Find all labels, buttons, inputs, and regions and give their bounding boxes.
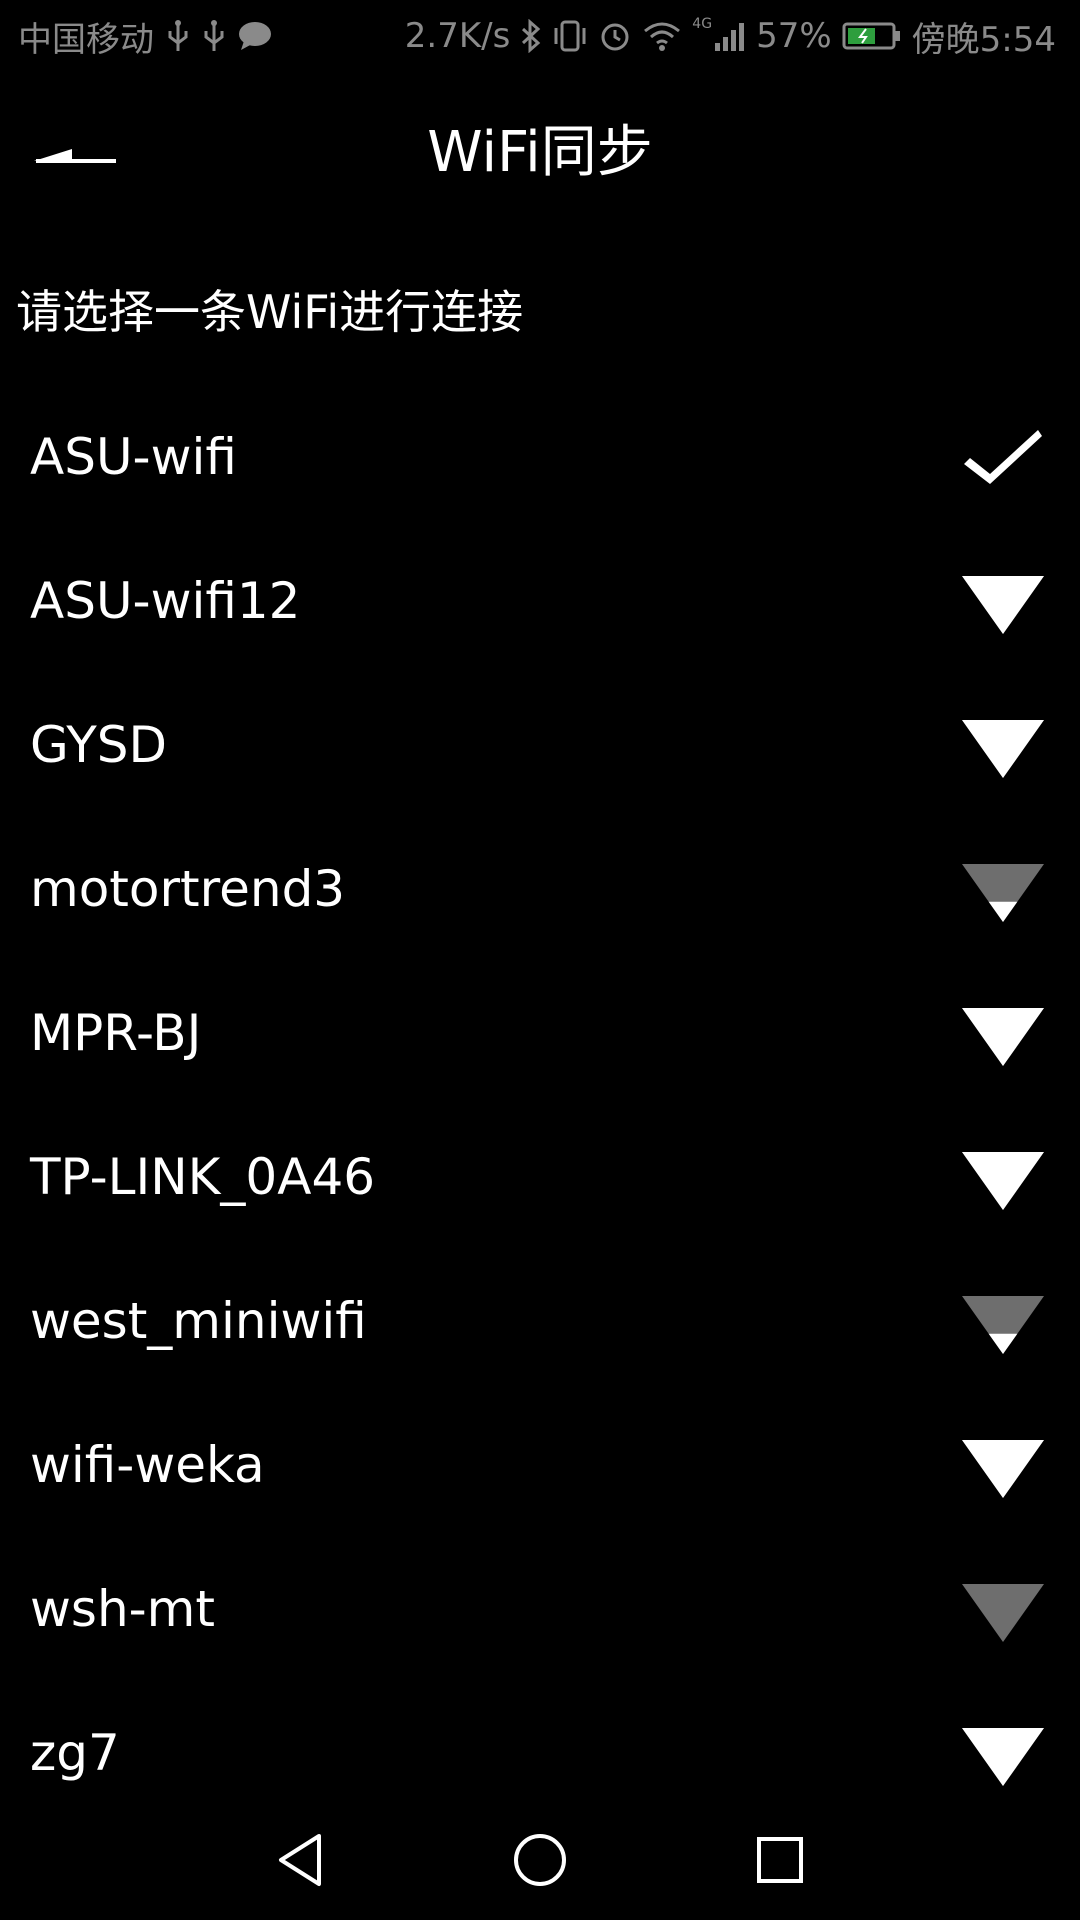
signal-filled-area (988, 901, 1018, 922)
wifi-ssid: wsh-mt (30, 1580, 215, 1638)
net-speed: 2.7K/s (404, 16, 511, 56)
wifi-list-item[interactable]: west_miniwifi (0, 1250, 1080, 1394)
wifi-signal-icon (960, 1138, 1046, 1218)
wifi-signal-icon (960, 994, 1046, 1074)
status-bar-right: 2.7K/s 4G 57% 傍晚5:54 (404, 14, 1056, 60)
wifi-signal-icon (960, 1714, 1046, 1794)
nav-recents-button[interactable] (740, 1820, 820, 1900)
recents-nav-icon (757, 1837, 803, 1883)
signal-filled-area (962, 1440, 1044, 1498)
wifi-signal-icon (960, 850, 1046, 930)
wifi-ssid: ASU-wifi (30, 428, 237, 486)
wifi-list: ASU-wifi ASU-wifi12 GYSD motortrend3 MPR… (0, 386, 1080, 1826)
wifi-list-item[interactable]: GYSD (0, 674, 1080, 818)
wifi-list-item[interactable]: MPR-BJ (0, 962, 1080, 1106)
signal-filled-area (988, 1333, 1018, 1354)
signal-filled-area (962, 720, 1044, 778)
wifi-ssid: TP-LINK_0A46 (30, 1148, 376, 1206)
instruction-text: 请选择一条WiFi进行连接 (16, 285, 524, 339)
wifi-signal-icon (960, 1426, 1046, 1506)
usb-icon (202, 19, 226, 53)
wifi-signal-icon (960, 1570, 1046, 1650)
vibrate-icon (552, 19, 588, 53)
wifi-list-item[interactable]: ASU-wifi (0, 386, 1080, 530)
wifi-ssid: ASU-wifi12 (30, 572, 301, 630)
wifi-ssid: wifi-weka (30, 1436, 265, 1494)
signal-filled-area (962, 1728, 1044, 1786)
wifi-ssid: zg7 (30, 1724, 120, 1782)
usb-icon (166, 19, 190, 53)
signal-filled-area (962, 1008, 1044, 1066)
wifi-signal-icon (960, 706, 1046, 786)
nav-home-button[interactable] (500, 1820, 580, 1900)
wifi-ssid: west_miniwifi (30, 1292, 367, 1350)
signal-icon: 4G (692, 16, 746, 51)
wifi-icon (642, 19, 682, 53)
title-bar: WiFi同步 (0, 72, 1080, 242)
navigation-bar (0, 1800, 1080, 1920)
signal-filled-area (962, 1152, 1044, 1210)
home-nav-icon (514, 1834, 566, 1886)
check-icon (960, 418, 1046, 498)
wifi-list-item[interactable]: wsh-mt (0, 1538, 1080, 1682)
wifi-list-item[interactable]: TP-LINK_0A46 (0, 1106, 1080, 1250)
alarm-icon (598, 19, 632, 53)
bluetooth-icon (520, 19, 542, 53)
battery-icon (842, 21, 902, 51)
signal-empty-area (962, 1584, 1044, 1642)
back-nav-icon (279, 1834, 321, 1886)
wifi-ssid: motortrend3 (30, 860, 346, 918)
status-bar: 中国移动 2.7K/s 4G 57% 傍晚5:54 (0, 0, 1080, 72)
wifi-ssid: MPR-BJ (30, 1004, 202, 1062)
wifi-list-item[interactable]: ASU-wifi12 (0, 530, 1080, 674)
page-title: WiFi同步 (427, 120, 653, 185)
signal-filled-area (962, 576, 1044, 634)
wifi-ssid: GYSD (30, 716, 168, 774)
battery-percent: 57% (756, 16, 832, 56)
wifi-list-item[interactable]: motortrend3 (0, 818, 1080, 962)
status-bar-left: 中国移动 (18, 14, 272, 60)
wifi-signal-icon (960, 1282, 1046, 1362)
carrier-name: 中国移动 (18, 19, 154, 60)
clock: 傍晚5:54 (911, 19, 1056, 60)
nav-back-button[interactable] (260, 1820, 340, 1900)
wifi-signal-icon (960, 562, 1046, 642)
wifi-list-item[interactable]: wifi-weka (0, 1394, 1080, 1538)
network-type: 4G (692, 16, 713, 32)
message-icon (238, 21, 272, 51)
